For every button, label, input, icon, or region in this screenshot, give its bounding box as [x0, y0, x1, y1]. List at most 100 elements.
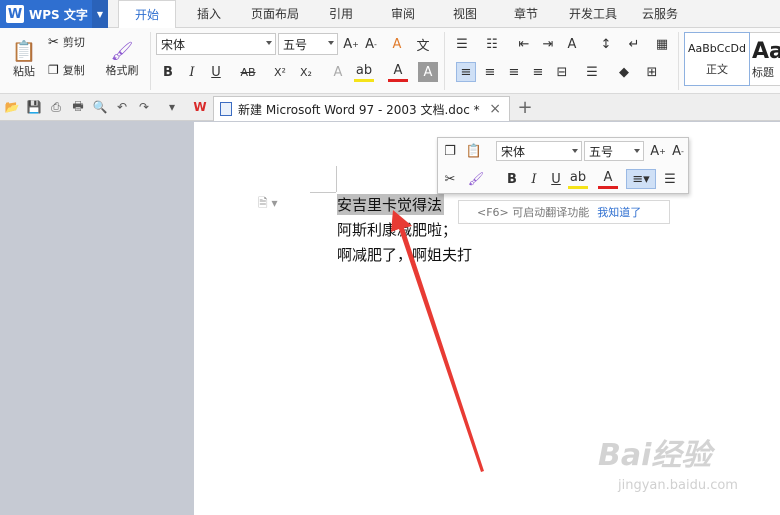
watermark-url: jingyan.baidu.com [618, 478, 738, 493]
underline-icon[interactable]: U [546, 169, 566, 189]
paste-icon[interactable]: 📋 [464, 141, 484, 161]
bullet-list-icon[interactable]: ☰ [452, 34, 472, 54]
text-direction-icon[interactable]: A [562, 34, 582, 54]
highlight-icon[interactable]: ab [354, 62, 374, 82]
subscript-icon[interactable]: X₂ [296, 62, 316, 82]
format-painter-button[interactable]: 🖌 格式刷 [102, 32, 142, 86]
align-right-icon[interactable]: ≡ [504, 62, 524, 82]
line-spacing-icon[interactable]: ☰ [582, 62, 602, 82]
tab-developer[interactable]: 开发工具 [562, 0, 624, 28]
italic-icon[interactable]: I [524, 169, 544, 189]
tab-home[interactable]: 开始 [118, 0, 176, 29]
save-icon[interactable]: 💾 [25, 98, 43, 116]
tab-chapter[interactable]: 章节 [503, 0, 549, 28]
underline-icon[interactable]: U [206, 62, 226, 82]
open-icon[interactable]: 📂 [3, 98, 21, 116]
clipboard-icon: 📋 [11, 39, 37, 63]
font-size-select[interactable]: 五号 [278, 33, 338, 55]
style-normal-label: 正文 [706, 62, 728, 76]
superscript-icon[interactable]: X² [270, 62, 290, 82]
align-left-icon[interactable]: ≡▾ [626, 169, 656, 189]
justify-icon[interactable]: ≡ [528, 62, 548, 82]
document-line[interactable]: 安吉里卡觉得法 [337, 194, 445, 215]
mini-font-name-value: 宋体 [501, 144, 526, 159]
copy-button[interactable]: ❐ 复制 [48, 60, 98, 80]
tab-insert[interactable]: 插入 [186, 0, 232, 28]
mini-font-name-select[interactable]: 宋体 [496, 141, 582, 161]
distribute-icon[interactable]: ⊟ [552, 62, 572, 82]
new-tab-icon[interactable]: + [514, 96, 536, 118]
quick-access-toolbar: 📂 💾 ⎙ 🖶 🔍 ↶ ↷ ▾ W 新建 Microsoft Word 97 -… [0, 94, 780, 121]
style-heading[interactable]: Aa 标题 [750, 32, 780, 86]
brush-icon[interactable]: 🖌 [466, 169, 486, 189]
style-normal-preview: AaBbCcDd [688, 41, 746, 55]
line-spacing-icon[interactable]: ☰ [660, 169, 680, 189]
clear-format-icon[interactable]: A [387, 34, 407, 54]
text-effect-icon[interactable]: A [328, 62, 348, 82]
grow-font-icon[interactable]: A + [341, 34, 361, 54]
tooltip-text: <F6> 可启动翻译功能 [477, 206, 590, 219]
bold-icon[interactable]: B [502, 169, 522, 189]
phonetic-icon[interactable]: 文 [413, 34, 433, 54]
cut-label: 剪切 [62, 36, 85, 49]
sort-icon[interactable]: ↕ [596, 34, 616, 54]
align-left-icon[interactable]: ≡ [456, 62, 476, 82]
close-icon[interactable]: × [489, 101, 501, 117]
chevron-down-icon[interactable]: ▼ [92, 0, 108, 28]
increase-indent-icon[interactable]: ⇥ [538, 34, 558, 54]
font-name-select[interactable]: 宋体 [156, 33, 276, 55]
grow-font-icon[interactable]: A + [648, 141, 668, 161]
italic-icon[interactable]: I [182, 62, 202, 82]
document-tab[interactable]: 新建 Microsoft Word 97 - 2003 文档.doc * × [213, 96, 510, 121]
dismiss-link[interactable]: 我知道了 [597, 204, 641, 220]
table-icon[interactable]: ▦ [652, 34, 672, 54]
scissors-icon[interactable]: ✂ [440, 169, 460, 189]
watermark: Bai经验 [598, 438, 712, 473]
font-color-icon[interactable]: A [598, 169, 618, 189]
tab-references[interactable]: 引用 [318, 0, 364, 28]
document-line[interactable]: 啊减肥了，啊姐夫打 [337, 244, 472, 265]
tab-page-layout[interactable]: 页面布局 [244, 0, 306, 28]
cut-button[interactable]: ✂ 剪切 [48, 32, 98, 52]
tab-view[interactable]: 视图 [442, 0, 488, 28]
highlight-icon[interactable]: ab [568, 169, 588, 189]
char-shading-icon[interactable]: A [418, 62, 438, 82]
app-name: WPS 文字 [29, 7, 88, 22]
copy-icon: ❐ [48, 63, 59, 77]
redo-icon[interactable]: ↷ [135, 98, 153, 116]
mini-font-size-select[interactable]: 五号 [584, 141, 644, 161]
print-icon[interactable]: 🖶 [69, 98, 87, 116]
copy-label: 复制 [62, 64, 85, 77]
copy-icon[interactable]: ❐ [440, 141, 460, 161]
customize-icon[interactable]: ▾ [163, 98, 181, 116]
numbered-list-icon[interactable]: ☷ [482, 34, 502, 54]
tab-cloud[interactable]: 云服务 [634, 0, 686, 28]
shrink-font-icon[interactable]: A- [361, 34, 381, 54]
align-center-icon[interactable]: ≡ [480, 62, 500, 82]
bold-icon[interactable]: B [158, 62, 178, 82]
paste-label: 粘贴 [13, 65, 35, 78]
show-marks-icon[interactable]: ↵ [624, 34, 644, 54]
print-preview-icon[interactable]: 🔍 [91, 98, 109, 116]
menu-bar: W WPS 文字 ▼ 开始 插入 页面布局 引用 审阅 视图 章节 开发工具 云… [0, 0, 780, 29]
undo-icon[interactable]: ↶ [113, 98, 131, 116]
font-size-value: 五号 [283, 37, 308, 52]
document-line[interactable]: 阿斯利康减肥啦； [337, 219, 457, 240]
mini-font-size-value: 五号 [589, 144, 614, 159]
strikethrough-icon[interactable]: AB [238, 62, 258, 82]
style-heading-preview: Aa [752, 38, 780, 64]
decrease-indent-icon[interactable]: ⇤ [514, 34, 534, 54]
shrink-font-icon[interactable]: A- [668, 141, 688, 161]
shading-icon[interactable]: ◆ [614, 62, 634, 82]
font-color-icon[interactable]: A [388, 62, 408, 82]
ribbon-home: 📋 粘贴 ✂ 剪切 ❐ 复制 🖌 格式刷 宋体 五号 A + A- A 文 B I… [0, 28, 780, 94]
wps-cloud-icon[interactable]: W [191, 98, 209, 116]
export-pdf-icon[interactable]: ⎙ [47, 98, 65, 116]
paragraph-handle-icon[interactable]: 🗎 ▾ [258, 194, 278, 215]
app-menu-button[interactable]: W WPS 文字 ▼ [0, 0, 108, 28]
paste-button[interactable]: 📋 粘贴 [6, 32, 42, 86]
tab-review[interactable]: 审阅 [380, 0, 426, 28]
borders-icon[interactable]: ⊞ [642, 62, 662, 82]
style-normal[interactable]: AaBbCcDd 正文 [684, 32, 750, 86]
margin-marker [310, 192, 336, 193]
